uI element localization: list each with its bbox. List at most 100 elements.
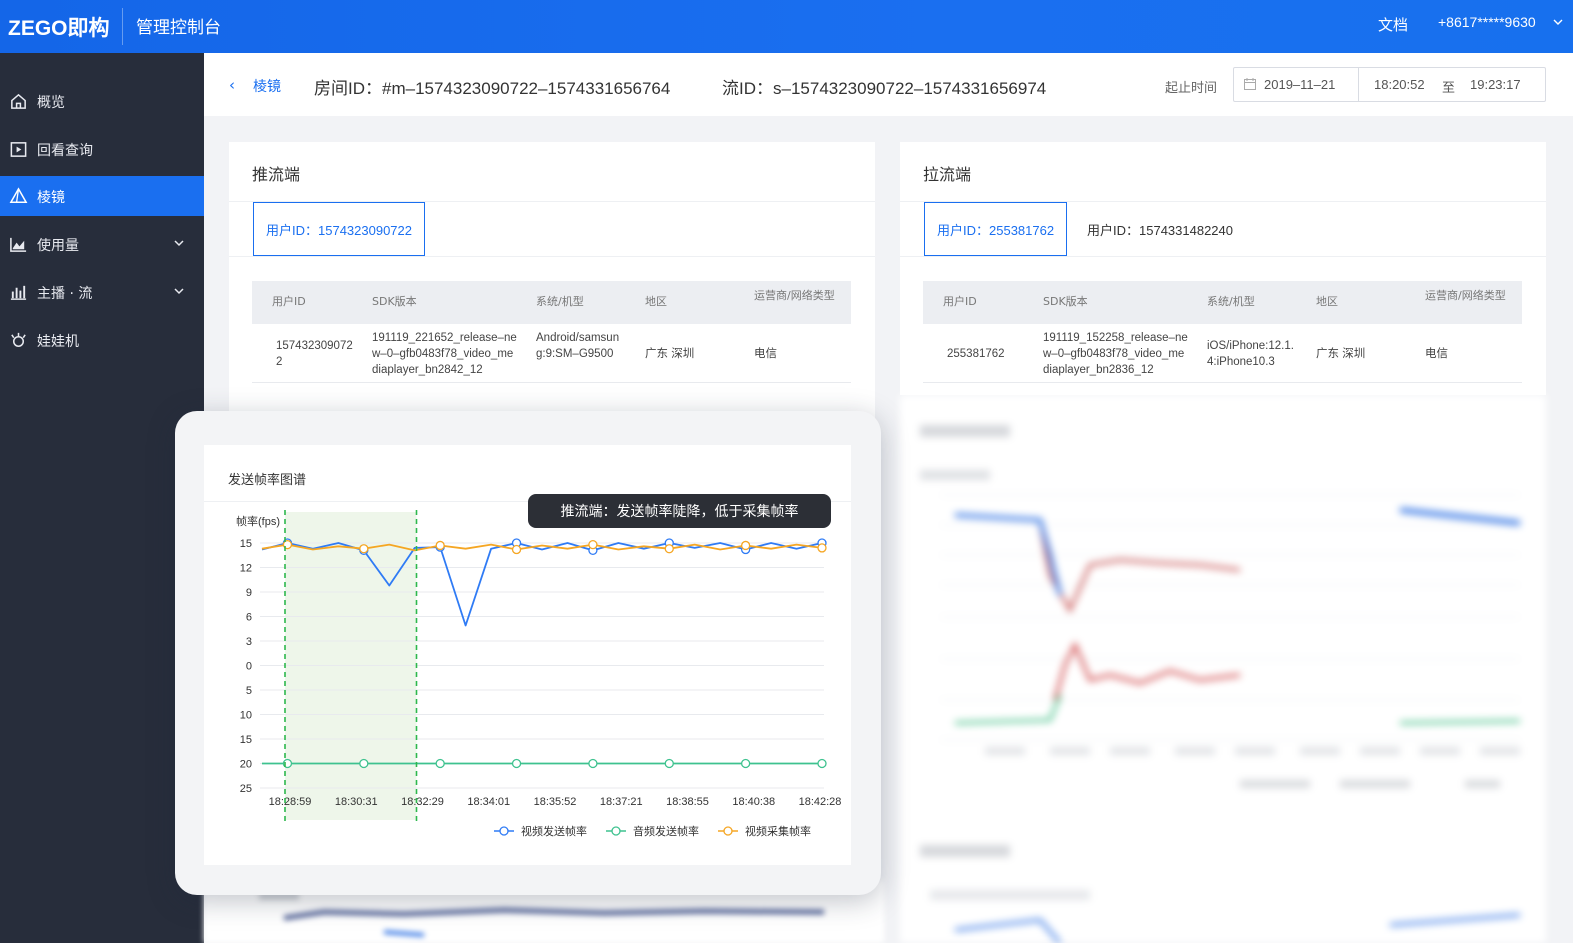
room-id: 房间ID：#m–1574323090722–1574331656764 [314,79,671,98]
bar-chart-icon [10,285,27,300]
column-header: 地区 [1316,295,1338,308]
column-header: 用户ID [272,295,306,308]
series-point [664,544,674,554]
x-tick-label: 18:42:28 [799,796,842,808]
y-tick-label: 5 [246,685,252,697]
chart-popup: 发送帧率图谱 15 12 9 6 3 0 5 10 15 20 25 帧率(fps) 18:28:59 1… [175,411,881,895]
row-divider [252,382,851,383]
docs-link[interactable]: 文档 [1378,14,1408,35]
start-time[interactable]: 18:20:52 [1374,77,1425,92]
y-tick-label: 15 [240,734,252,746]
push-panel: 推流端 用户ID：1574323090722 用户ID SDK版本 系统/机型 … [229,142,875,442]
y-tick-label: 12 [240,563,252,575]
chevron-down-icon[interactable] [1552,16,1564,28]
legend-marker [499,826,509,836]
date-value[interactable]: 2019–11–21 [1264,77,1335,92]
y-tick-label: 9 [246,587,252,599]
y-tick-label: 10 [240,710,252,722]
cell-user-id: 255381762 [947,348,1005,360]
home-icon [11,93,26,109]
push-panel-title: 推流端 [252,165,301,184]
cell-system: iOS/iPhone:12.1.4:iPhone10.3 [1207,340,1294,368]
legend-label: 视频发送帧率 [521,824,587,838]
panel-divider [900,256,1546,257]
row-divider [923,382,1522,383]
legend-marker [611,826,621,836]
x-tick-label: 18:37:21 [600,796,643,808]
y-tick-label: 20 [240,759,252,771]
x-tick-label: 18:38:55 [666,796,709,808]
chevron-down-icon[interactable] [172,236,186,250]
column-header: 系统/机型 [536,295,584,308]
series-point [359,544,369,554]
series-point [817,543,827,553]
column-header: 用户ID [943,295,977,308]
legend-marker [723,826,733,836]
series-point [817,758,827,769]
sidebar-item-overview[interactable]: 概览 [0,81,204,121]
column-header: 运营商/网络类型 [754,289,835,302]
x-tick-label: 18:30:31 [335,796,378,808]
date-time-range-picker[interactable]: 2019–11–21 18:20:52 至 19:23:17 [1233,67,1546,102]
sidebar-item-label: 主播 · 流 [37,286,93,302]
y-tick-label: 25 [240,783,252,795]
tab-pull-user-2[interactable]: 用户ID：1574331482240 [1075,202,1245,256]
sidebar-item-playback[interactable]: 回看查询 [0,129,204,169]
y-tick-label: 6 [246,612,252,624]
time-range-label: 起止时间 [1165,81,1218,96]
claw-machine-icon [11,332,26,347]
pull-panel-title: 拉流端 [923,165,972,184]
series-point [740,540,751,551]
series-point [664,758,674,769]
sidebar-item-streams[interactable]: 主播 · 流 [0,272,204,312]
zego-logo[interactable]: ZEGO即构 [8,12,110,42]
end-time[interactable]: 19:23:17 [1470,77,1521,92]
series-point [511,544,522,555]
series-point [435,540,445,551]
range-separator: 至 [1442,81,1456,96]
back-icon[interactable]: ‹ [229,76,235,94]
series-point [511,758,522,769]
logo-divider [122,8,123,45]
legend-label: 音频发送帧率 [633,824,699,838]
series-point [359,758,369,769]
x-tick-label: 18:34:01 [467,796,510,808]
cell-region: 广东 深圳 [645,348,695,360]
chevron-down-icon[interactable] [172,284,186,298]
stream-id: 流ID：s–1574323090722–1574331656974 [722,79,1047,98]
tab-pull-user-1[interactable]: 用户ID：255381762 [924,202,1068,256]
prism-icon [9,187,28,203]
cell-region: 广东 深圳 [1316,348,1366,360]
x-tick-label: 18:32:29 [401,796,444,808]
column-header: 系统/机型 [1207,295,1255,308]
sidebar-item-label: 娃娃机 [37,334,79,350]
cell-carrier: 电信 [1425,348,1448,360]
y-axis-label: 帧率(fps) [236,514,280,528]
x-tick-label: 18:28:59 [269,796,312,808]
sidebar-item-label: 使用量 [37,238,79,254]
breadcrumb-back-link[interactable]: 棱镜 [253,76,281,96]
sidebar-item-usage[interactable]: 使用量 [0,224,204,264]
column-header: SDK版本 [372,295,417,308]
series-point [588,539,598,550]
y-tick-label: 0 [246,661,252,673]
date-divider [1358,68,1359,101]
sidebar-item-prism[interactable]: 棱镜 [0,176,204,216]
legend-label: 视频采集帧率 [745,824,811,838]
column-header: SDK版本 [1043,295,1088,308]
table-header: 用户ID SDK版本 系统/机型 地区 运营商/网络类型 [923,281,1522,324]
account-menu[interactable]: +8617*****9630 [1438,14,1536,30]
series-point [740,758,751,769]
tab-push-user[interactable]: 用户ID：1574323090722 [253,202,425,256]
panel-divider [229,256,875,257]
playback-icon [10,142,27,157]
sidebar-item-label: 回看查询 [37,143,93,159]
x-tick-label: 18:40:38 [732,796,775,808]
sidebar-item-label: 棱镜 [37,190,65,206]
sidebar-item-claw-machine[interactable]: 娃娃机 [0,320,204,360]
top-navigation-bar: ZEGO即构 管理控制台 文档 +8617*****9630 [0,0,1573,53]
cell-carrier: 电信 [754,348,777,360]
pull-panel: 拉流端 用户ID：255381762 用户ID：1574331482240 用户… [900,142,1546,395]
sidebar: 概览 回看查询 棱镜 使用量 主播 · 流 娃娃机 [0,53,204,943]
cell-system: Android/samsung:9:SM–G9500 [536,332,620,360]
